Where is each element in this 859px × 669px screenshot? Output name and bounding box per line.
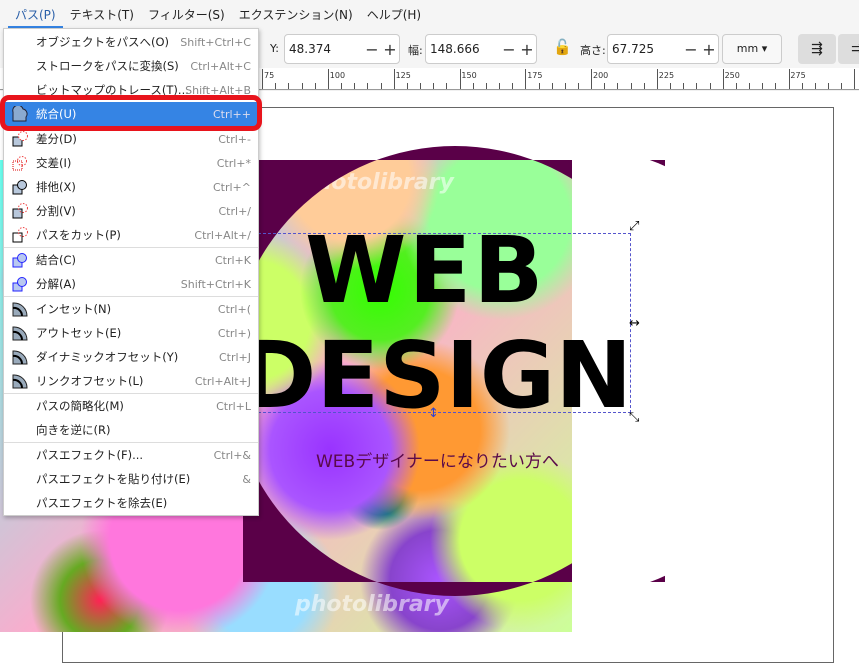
menu-item[interactable]: 分解(A) Shift+Ctrl+K: [4, 272, 258, 296]
dynamic-offset-icon: [12, 350, 28, 365]
combine-icon: [12, 253, 27, 268]
subtitle-text[interactable]: WEBデザイナーになりたい方へ: [316, 447, 559, 472]
outset-icon: [12, 326, 28, 341]
inset-icon: [12, 302, 28, 317]
resize-handle-bottom[interactable]: ↕: [428, 406, 439, 421]
menu-item-shortcut: Ctrl+^: [212, 180, 251, 194]
menu-item-shortcut: Shift+Ctrl+K: [180, 277, 251, 291]
menu-item-label: 向きを逆に(R): [36, 423, 111, 437]
intersection-icon: [12, 156, 27, 171]
resize-handle-right[interactable]: ↔: [629, 316, 640, 331]
menu-item[interactable]: ストロークをパスに変換(S) Ctrl+Alt+C: [4, 54, 258, 78]
selection-bounding-box: [258, 233, 631, 413]
menu-item[interactable]: パスエフェクト(F)... Ctrl+&: [4, 443, 258, 467]
menu-item-label: パスエフェクトを除去(E): [36, 496, 168, 510]
menu-item-shortcut: Ctrl+/: [218, 204, 252, 218]
menu-item-label: パスエフェクト(F)...: [36, 448, 144, 462]
menu-item[interactable]: インセット(N) Ctrl+(: [4, 297, 258, 321]
menu-item-shortcut: &: [242, 472, 251, 486]
menu-item-shortcut: Ctrl+): [217, 326, 251, 340]
menu-item[interactable]: 向きを逆に(R): [4, 418, 258, 442]
menu-item[interactable]: 分割(V) Ctrl+/: [4, 199, 258, 223]
menu-item[interactable]: 結合(C) Ctrl+K: [4, 248, 258, 272]
menu-item-label: パスの簡略化(M): [36, 399, 124, 413]
menu-item[interactable]: オブジェクトをパスへ(O) Shift+Ctrl+C: [4, 30, 258, 54]
menu-item[interactable]: パスをカット(P) Ctrl+Alt+/: [4, 223, 258, 247]
menu-item-shortcut: Ctrl+Alt+C: [190, 59, 251, 73]
menu-item-label: アウトセット(E): [36, 326, 122, 340]
exclusion-icon: [12, 180, 27, 195]
menu-item-label: 結合(C): [36, 253, 77, 267]
menu-item[interactable]: パスエフェクトを除去(E): [4, 491, 258, 515]
menu-item-label: オブジェクトをパスへ(O): [36, 35, 170, 49]
menu-item-label: パスエフェクトを貼り付け(E): [36, 472, 191, 486]
cut-path-icon: [12, 227, 28, 243]
menu-item-label: リンクオフセット(L): [36, 374, 144, 388]
menu-item-label: インセット(N): [36, 302, 112, 316]
menu-item[interactable]: アウトセット(E) Ctrl+): [4, 321, 258, 345]
menu-item-shortcut: Ctrl+*: [216, 156, 251, 170]
menu-item[interactable]: リンクオフセット(L) Ctrl+Alt+J: [4, 369, 258, 393]
menu-item[interactable]: 交差(I) Ctrl+*: [4, 151, 258, 175]
menu-item-shortcut: Ctrl+&: [213, 448, 251, 462]
menu-item-shortcut: Ctrl+K: [214, 253, 251, 267]
menu-item-shortcut: Shift+Ctrl+C: [180, 35, 251, 49]
menu-item-shortcut: Ctrl+(: [217, 302, 251, 316]
menu-item-label: 分解(A): [36, 277, 76, 291]
resize-handle-top-right[interactable]: ⤢: [629, 219, 639, 234]
menu-item-label: 分割(V): [36, 204, 76, 218]
menu-item-shortcut: Ctrl+J: [218, 350, 251, 364]
difference-icon: [12, 131, 28, 147]
break-apart-icon: [12, 277, 27, 292]
menu-item-shortcut: Ctrl+Alt+J: [194, 374, 251, 388]
menu-item-shortcut: Ctrl+-: [218, 132, 251, 146]
menu-item-label: 排他(X): [36, 180, 76, 194]
menu-item[interactable]: 排他(X) Ctrl+^: [4, 175, 258, 199]
menu-item-shortcut: Ctrl+Alt+/: [194, 228, 251, 242]
menu-item-label: 交差(I): [36, 156, 72, 170]
division-icon: [12, 203, 28, 219]
menu-item-label: ダイナミックオフセット(Y): [36, 350, 179, 364]
menu-item[interactable]: ダイナミックオフセット(Y) Ctrl+J: [4, 345, 258, 369]
menu-item[interactable]: パスの簡略化(M) Ctrl+L: [4, 394, 258, 418]
linked-offset-icon: [12, 374, 28, 389]
menu-item[interactable]: パスエフェクトを貼り付け(E) &: [4, 467, 258, 491]
menu-item-shortcut: Ctrl+L: [216, 399, 251, 413]
menu-item-label: パスをカット(P): [36, 228, 121, 242]
resize-handle-bottom-right[interactable]: ⤡: [629, 410, 639, 425]
menu-item-label: 差分(D): [36, 132, 77, 146]
highlight-annotation-box: [0, 95, 262, 131]
menu-item-label: ストロークをパスに変換(S): [36, 59, 179, 73]
